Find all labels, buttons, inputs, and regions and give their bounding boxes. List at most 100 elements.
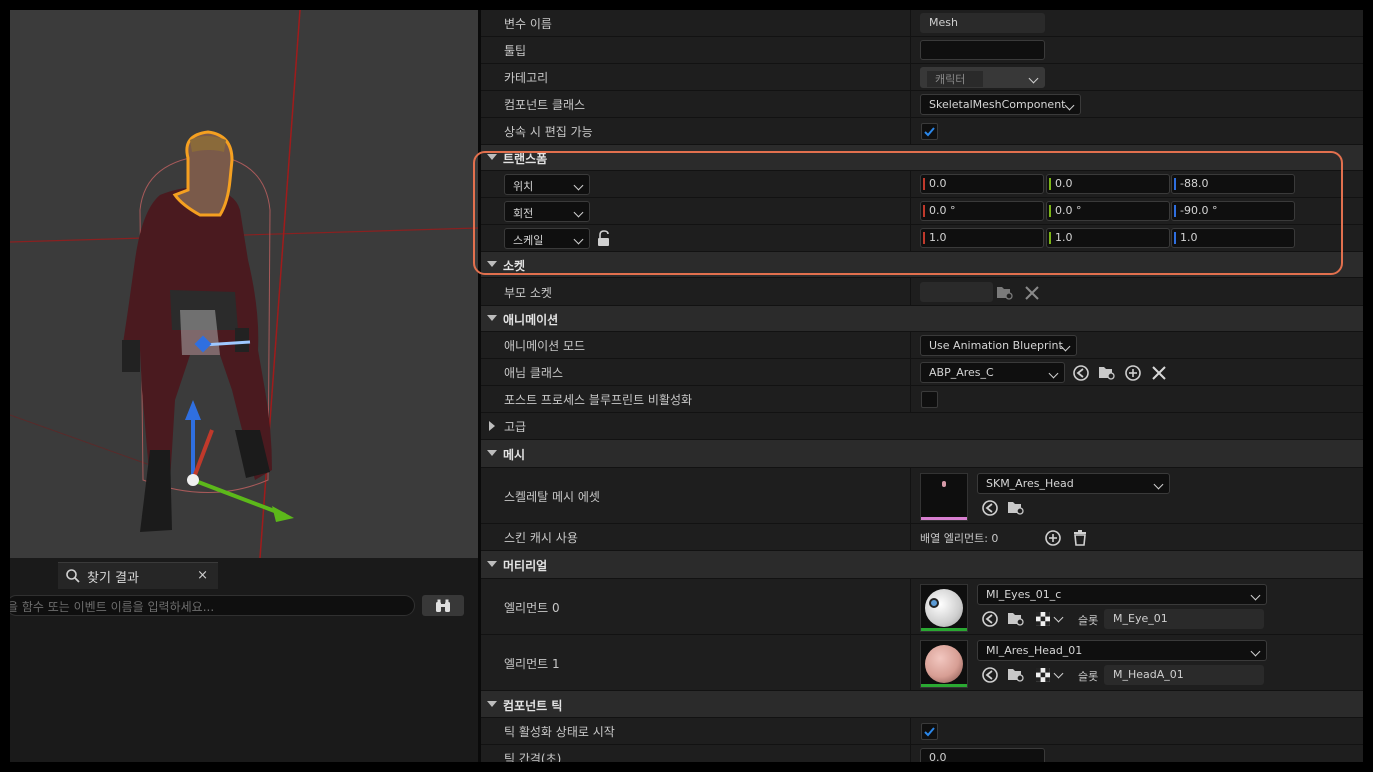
expand-arrow-icon (489, 421, 495, 431)
rotation-z-input[interactable]: -90.0 ° (1171, 201, 1295, 221)
chevron-down-icon (1153, 479, 1164, 490)
location-mode-dropdown[interactable]: 위치 (504, 174, 590, 195)
clear-icon[interactable] (1023, 284, 1041, 302)
category-materials[interactable]: 머티리얼 (481, 551, 1363, 579)
anim-class-label: 애님 클래스 (504, 366, 564, 380)
editable-on-inherit-checkbox[interactable] (921, 123, 938, 140)
rotation-x-input[interactable]: 0.0 ° (920, 201, 1044, 221)
material-value: MI_Eyes_01_c (986, 588, 1062, 601)
location-x-input[interactable]: 0.0 (920, 174, 1044, 194)
component-class-value: SkeletalMeshComponent (929, 98, 1066, 111)
find-results-panel: 찾기 결과 × 을 함수 또는 이벤트 이름을 입력하세요... (10, 558, 478, 762)
row-category: 카테고리 캐릭터 (481, 64, 1363, 91)
variable-name-input[interactable]: Mesh (920, 13, 1045, 33)
material-value: MI_Ares_Head_01 (986, 644, 1083, 657)
socket-header: 소켓 (503, 259, 526, 273)
category-dropdown[interactable]: 캐릭터 (920, 67, 1045, 88)
browse-folder-icon[interactable] (1007, 666, 1025, 684)
collapse-arrow-icon (487, 701, 497, 707)
skeletal-mesh-dropdown[interactable]: SKM_Ares_Head (977, 473, 1170, 494)
scale-x-input[interactable]: 1.0 (920, 228, 1044, 248)
row-tick-interval: 틱 간격(초) 0.0 (481, 745, 1363, 762)
row-variable-name: 변수 이름 Mesh (481, 10, 1363, 37)
category-component-tick[interactable]: 컴포넌트 틱 (481, 691, 1363, 718)
rotation-mode-dropdown[interactable]: 회전 (504, 201, 590, 222)
material-dropdown[interactable]: MI_Eyes_01_c (977, 584, 1267, 605)
browse-folder-icon[interactable] (996, 284, 1014, 302)
animation-mode-dropdown[interactable]: Use Animation Blueprint (920, 335, 1077, 356)
checkmark-icon (924, 127, 935, 137)
collapse-arrow-icon (487, 450, 497, 456)
tab-find-results-label: 찾기 결과 (87, 570, 139, 586)
skeletal-mesh-thumbnail[interactable] (920, 473, 968, 521)
tick-interval-label: 틱 간격(초) (504, 752, 562, 762)
material-thumbnail[interactable] (920, 640, 968, 688)
trash-icon[interactable] (1071, 529, 1089, 547)
find-button[interactable] (422, 595, 464, 616)
slot-label: 슬롯 (1078, 614, 1099, 627)
use-selected-icon[interactable] (981, 610, 999, 628)
collapse-arrow-icon (487, 561, 497, 567)
add-icon[interactable] (1124, 364, 1142, 382)
scale-y-input[interactable]: 1.0 (1046, 228, 1170, 248)
browse-folder-icon[interactable] (1098, 364, 1116, 382)
tick-interval-input[interactable]: 0.0 (920, 748, 1045, 762)
tab-find-results[interactable]: 찾기 결과 × (58, 562, 218, 589)
unlock-icon[interactable] (596, 230, 614, 248)
disable-post-process-checkbox[interactable] (921, 391, 938, 408)
chevron-down-icon[interactable] (1053, 612, 1064, 623)
row-animation-mode: 애니메이션 모드 Use Animation Blueprint (481, 332, 1363, 359)
chevron-down-icon (573, 207, 584, 218)
browse-folder-icon[interactable] (1007, 499, 1025, 517)
mesh-header: 메시 (503, 448, 526, 462)
tooltip-input[interactable] (920, 40, 1045, 60)
anim-class-dropdown[interactable]: ABP_Ares_C (920, 362, 1065, 383)
grid-axis-y-line (259, 10, 301, 558)
find-search-input[interactable]: 을 함수 또는 이벤트 이름을 입력하세요... (10, 595, 415, 616)
animation-mode-label: 애니메이션 모드 (504, 339, 586, 353)
row-editable-on-inherit: 상속 시 편집 가능 (481, 118, 1363, 145)
skin-cache-label: 스킨 캐시 사용 (504, 531, 578, 545)
category-animation[interactable]: 애니메이션 (481, 306, 1363, 332)
chevron-down-icon[interactable] (1053, 668, 1064, 679)
chevron-down-icon (1028, 73, 1039, 84)
category-socket[interactable]: 소켓 (481, 252, 1363, 278)
row-material-element-1: 엘리먼트 1 MI_Ares_Head_01 슬롯 M_HeadA_01 (481, 635, 1363, 691)
rotation-y-input[interactable]: 0.0 ° (1046, 201, 1170, 221)
details-panel: 변수 이름 Mesh 툴팁 카테고리 캐릭터 컴포넌트 클래스 Skeletal… (481, 10, 1363, 762)
slot-label: 슬롯 (1078, 670, 1099, 683)
advanced-label: 고급 (504, 420, 527, 434)
tick-start-enabled-checkbox[interactable] (921, 723, 938, 740)
add-element-icon[interactable] (1044, 529, 1062, 547)
scale-mode-dropdown[interactable]: 스케일 (504, 228, 590, 249)
component-class-dropdown[interactable]: SkeletalMeshComponent (920, 94, 1081, 115)
chevron-down-icon (1250, 646, 1261, 657)
binoculars-icon (436, 599, 450, 612)
use-selected-icon[interactable] (1072, 364, 1090, 382)
scale-z-input[interactable]: 1.0 (1171, 228, 1295, 248)
category-mesh[interactable]: 메시 (481, 440, 1363, 468)
animation-mode-value: Use Animation Blueprint (929, 339, 1063, 352)
location-y-input[interactable]: 0.0 (1046, 174, 1170, 194)
row-material-element-0: 엘리먼트 0 MI_Eyes_01_c 슬롯 M_Eye_01 (481, 579, 1363, 635)
parent-socket-input[interactable] (920, 282, 993, 302)
row-advanced[interactable]: 고급 (481, 413, 1363, 440)
collapse-arrow-icon (487, 154, 497, 160)
use-selected-icon[interactable] (981, 499, 999, 517)
checker-texture-icon[interactable] (1034, 666, 1052, 684)
row-scale: 스케일 1.0 1.0 1.0 (481, 225, 1363, 252)
material-dropdown[interactable]: MI_Ares_Head_01 (977, 640, 1267, 661)
chevron-down-icon (573, 234, 584, 245)
viewport[interactable] (10, 10, 478, 558)
category-transform[interactable]: 트랜스폼 (481, 145, 1363, 171)
row-anim-class: 애님 클래스 ABP_Ares_C (481, 359, 1363, 386)
close-tab-icon[interactable]: × (197, 568, 208, 583)
use-selected-icon[interactable] (981, 666, 999, 684)
skeletal-mesh-label: 스켈레탈 메시 에셋 (504, 490, 600, 504)
chevron-down-icon (573, 180, 584, 191)
material-thumbnail[interactable] (920, 584, 968, 632)
checker-texture-icon[interactable] (1034, 610, 1052, 628)
location-z-input[interactable]: -88.0 (1171, 174, 1295, 194)
browse-folder-icon[interactable] (1007, 610, 1025, 628)
clear-icon[interactable] (1150, 364, 1168, 382)
